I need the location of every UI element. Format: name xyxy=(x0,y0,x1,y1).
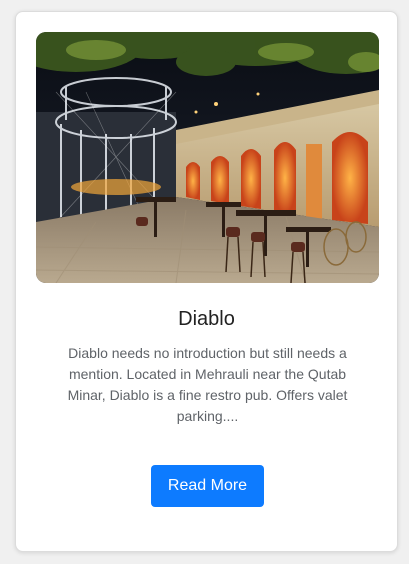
read-more-button[interactable]: Read More xyxy=(151,465,264,507)
restaurant-photo xyxy=(36,32,379,283)
card-title: Diablo xyxy=(178,308,235,330)
restaurant-card: Diablo Diablo needs no introduction but … xyxy=(15,11,398,552)
card-description: Diablo needs no introduction but still n… xyxy=(67,345,348,424)
